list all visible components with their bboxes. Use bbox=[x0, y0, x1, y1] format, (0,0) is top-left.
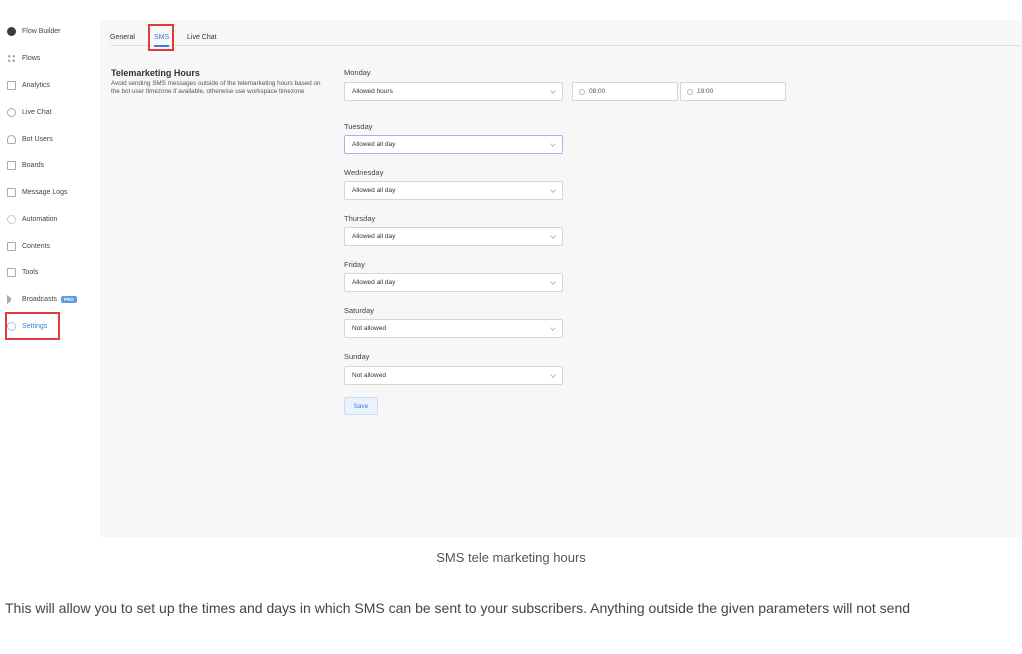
sms-tab-highlight-box bbox=[148, 24, 174, 51]
sidebar-item-label: Automation bbox=[22, 215, 58, 223]
tools-icon bbox=[7, 267, 16, 277]
saturday-select[interactable]: Not allowed bbox=[344, 319, 563, 338]
monday-start-time-input[interactable]: 08:00 bbox=[572, 82, 678, 101]
select-value: Not allowed bbox=[352, 372, 386, 379]
sidebar-item-broadcasts[interactable]: Broadcasts PRO bbox=[7, 290, 77, 308]
message-icon bbox=[7, 187, 16, 197]
sidebar-item-tools[interactable]: Tools bbox=[7, 263, 38, 281]
sidebar-item-label: Analytics bbox=[22, 81, 51, 89]
chevron-down-icon bbox=[550, 141, 556, 147]
sidebar-item-analytics[interactable]: Analytics bbox=[7, 76, 50, 94]
sidebar-item-bot-users[interactable]: Bot Users bbox=[7, 130, 53, 148]
grid-icon bbox=[7, 53, 16, 63]
sidebar-item-label: Message Logs bbox=[22, 188, 68, 196]
clock-icon bbox=[687, 88, 693, 95]
chevron-down-icon bbox=[550, 279, 556, 285]
select-value: Allowed all day bbox=[352, 233, 396, 240]
chevron-down-icon bbox=[550, 325, 556, 331]
chevron-down-icon bbox=[550, 187, 556, 193]
tuesday-select[interactable]: Allowed all day bbox=[344, 135, 563, 154]
sidebar-item-label: Boards bbox=[22, 161, 45, 169]
day-label-wednesday: Wednesday bbox=[344, 168, 384, 177]
select-value: Allowed all day bbox=[352, 279, 396, 286]
sidebar-item-flow-builder[interactable]: Flow Builder bbox=[7, 22, 61, 40]
thursday-select[interactable]: Allowed all day bbox=[344, 227, 563, 246]
day-label-tuesday: Tuesday bbox=[344, 122, 373, 131]
sidebar-item-label: Broadcasts bbox=[22, 295, 58, 303]
sidebar-item-message-logs[interactable]: Message Logs bbox=[7, 183, 68, 201]
section-title: Telemarketing Hours bbox=[111, 68, 200, 78]
board-icon bbox=[7, 160, 16, 170]
sidebar-item-label: Flows bbox=[22, 54, 41, 62]
sidebar-item-label: Bot Users bbox=[22, 135, 53, 143]
select-value: Allowed all day bbox=[352, 187, 396, 194]
sidebar-item-live-chat[interactable]: Live Chat bbox=[7, 103, 52, 121]
monday-select[interactable]: Allowed hours bbox=[344, 82, 563, 101]
chevron-down-icon bbox=[550, 88, 556, 94]
friday-select[interactable]: Allowed all day bbox=[344, 273, 563, 292]
day-label-friday: Friday bbox=[344, 260, 365, 269]
settings-highlight-box bbox=[5, 312, 60, 340]
screenshot-frame: Flow Builder Flows Analytics Live Chat B… bbox=[0, 20, 1022, 537]
section-description: Avoid sending SMS messages outside of th… bbox=[111, 80, 321, 95]
headset-icon bbox=[7, 107, 16, 117]
day-label-saturday: Saturday bbox=[344, 306, 375, 315]
day-label-sunday: Sunday bbox=[344, 352, 370, 361]
monday-end-time-input[interactable]: 19:00 bbox=[680, 82, 786, 101]
sidebar: Flow Builder Flows Analytics Live Chat B… bbox=[0, 20, 100, 537]
wednesday-select[interactable]: Allowed all day bbox=[344, 181, 563, 200]
chart-icon bbox=[7, 80, 16, 90]
pro-badge: PRO bbox=[61, 295, 77, 303]
sidebar-item-label: Tools bbox=[22, 268, 39, 276]
user-icon bbox=[7, 134, 16, 144]
day-label-monday: Monday bbox=[344, 68, 371, 77]
clock-icon bbox=[579, 88, 585, 95]
day-label-thursday: Thursday bbox=[344, 214, 376, 223]
chevron-down-icon bbox=[550, 233, 556, 239]
sunday-select[interactable]: Not allowed bbox=[344, 366, 563, 385]
body-paragraph: This will allow you to set up the times … bbox=[5, 600, 911, 616]
select-value: Allowed all day bbox=[352, 141, 396, 148]
tab-bar: General SMS Live Chat bbox=[110, 20, 1020, 46]
sidebar-item-contents[interactable]: Contents bbox=[7, 237, 50, 255]
sidebar-item-automation[interactable]: Automation bbox=[7, 210, 57, 228]
start-time-value: 08:00 bbox=[589, 88, 606, 95]
sidebar-item-label: Contents bbox=[22, 242, 51, 250]
select-value: Allowed hours bbox=[352, 88, 393, 95]
chevron-down-icon bbox=[550, 372, 556, 378]
end-time-value: 19:00 bbox=[697, 88, 714, 95]
chat-bubble-icon bbox=[7, 26, 16, 36]
image-caption: SMS tele marketing hours bbox=[436, 550, 586, 565]
sidebar-item-flows[interactable]: Flows bbox=[7, 49, 40, 67]
select-value: Not allowed bbox=[352, 325, 386, 332]
contents-icon bbox=[7, 241, 16, 251]
sidebar-item-label: Live Chat bbox=[22, 108, 52, 116]
tab-live-chat[interactable]: Live Chat bbox=[187, 34, 217, 41]
megaphone-icon bbox=[7, 294, 16, 304]
tab-general[interactable]: General bbox=[110, 34, 135, 41]
automation-icon bbox=[7, 214, 16, 224]
save-button[interactable]: Save bbox=[344, 397, 378, 415]
sidebar-item-boards[interactable]: Boards bbox=[7, 156, 44, 174]
sidebar-item-label: Flow Builder bbox=[22, 27, 61, 35]
